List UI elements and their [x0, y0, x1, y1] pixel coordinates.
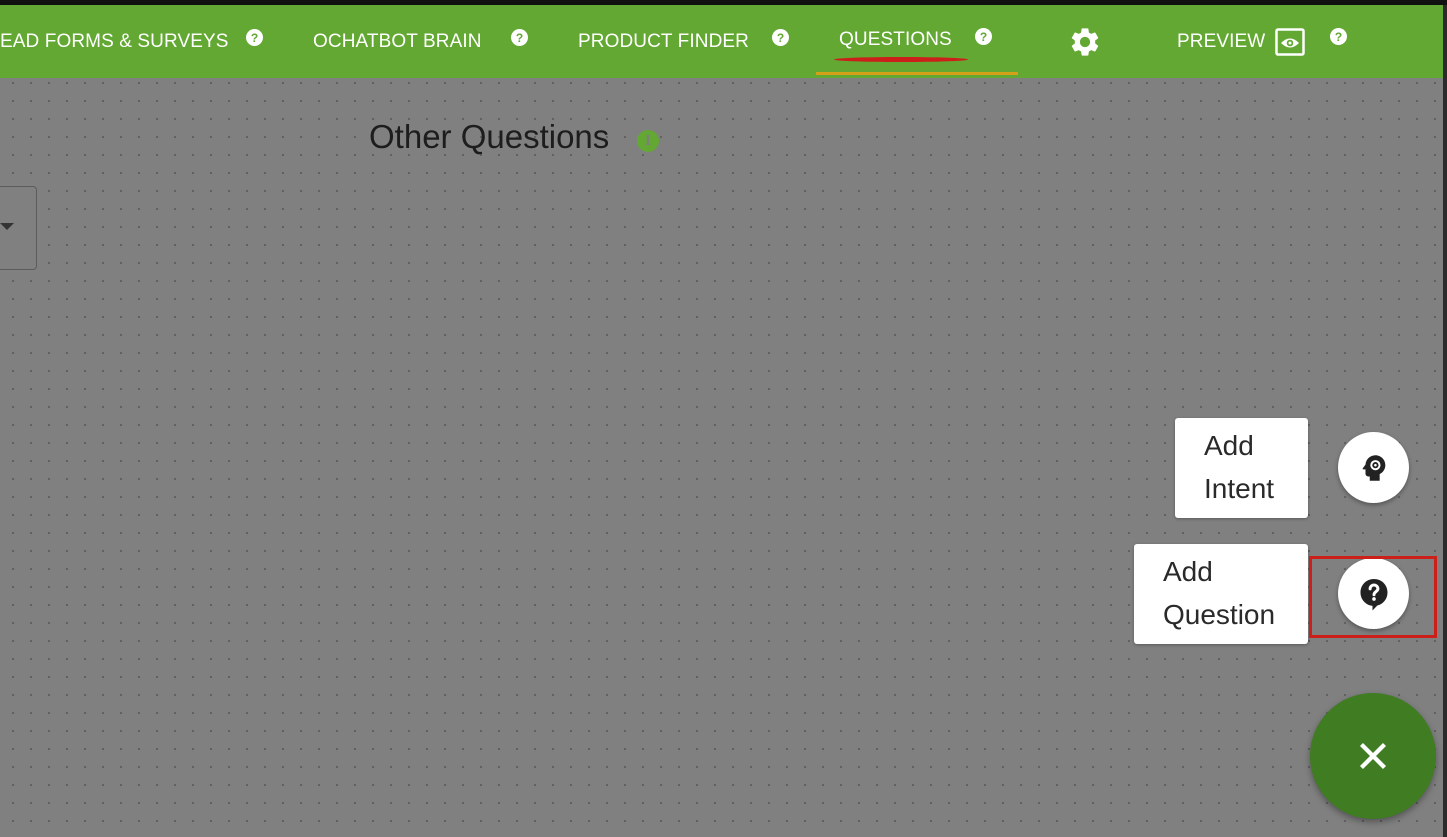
tab-label: PRODUCT FINDER: [578, 30, 749, 52]
tab-label: QUESTIONS: [839, 28, 952, 50]
chevron-down-icon: [0, 223, 14, 230]
help-icon[interactable]: ?: [246, 29, 263, 46]
label-line: Add: [1163, 556, 1213, 587]
add-intent-label[interactable]: Add Intent: [1175, 418, 1308, 518]
annotation-highlight-box: [1309, 556, 1437, 638]
tab-label: OCHATBOT BRAIN: [313, 30, 482, 52]
help-icon[interactable]: ?: [772, 29, 789, 46]
tab-label: EAD FORMS & SURVEYS: [0, 30, 229, 52]
tab-chatbot-brain[interactable]: OCHATBOT BRAIN: [313, 5, 482, 78]
eye-icon: [1275, 27, 1306, 56]
window-right-edge: [1443, 5, 1447, 837]
tab-preview[interactable]: PREVIEW: [1177, 5, 1306, 78]
settings-button[interactable]: [1068, 5, 1102, 78]
close-fab-button[interactable]: [1310, 693, 1436, 819]
brain-gear-icon: [1362, 454, 1385, 481]
label-line: Intent: [1204, 473, 1275, 504]
section-title: Other Questions: [369, 118, 610, 155]
add-question-label[interactable]: Add Question: [1134, 544, 1308, 644]
top-navigation-bar: EAD FORMS & SURVEYS ? OCHATBOT BRAIN ? P…: [0, 5, 1443, 78]
help-icon[interactable]: ?: [975, 28, 992, 45]
gear-icon: [1071, 27, 1099, 56]
close-icon: [1359, 742, 1387, 770]
tab-label: PREVIEW: [1177, 30, 1266, 52]
tab-questions[interactable]: QUESTIONS: [839, 3, 952, 76]
tab-lead-forms-surveys[interactable]: EAD FORMS & SURVEYS: [0, 5, 229, 78]
label-line: Add: [1204, 430, 1254, 461]
active-tab-indicator: [816, 72, 1018, 75]
annotation-underline: [834, 57, 968, 62]
add-intent-button[interactable]: [1338, 432, 1409, 503]
label-line: Question: [1163, 599, 1276, 630]
help-icon[interactable]: ?: [1330, 28, 1347, 45]
help-icon[interactable]: ?: [511, 29, 528, 46]
tab-product-finder[interactable]: PRODUCT FINDER: [578, 5, 749, 78]
info-icon[interactable]: i: [637, 130, 659, 152]
